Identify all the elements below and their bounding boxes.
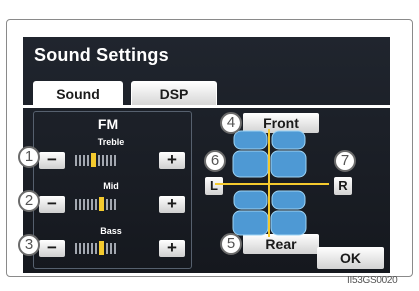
image-code: II53GS0020 [347, 275, 398, 286]
front-right-seat-icon [270, 130, 307, 178]
rear-left-seat-icon [232, 190, 269, 236]
treble-level-meter [75, 153, 116, 167]
level-indicator [91, 153, 96, 167]
level-indicator [99, 197, 104, 211]
level-segment [75, 198, 77, 210]
callout-7-icon: 7 [334, 150, 356, 172]
treble-label: Treble [97, 137, 125, 147]
callout-3-icon: 3 [18, 234, 40, 256]
level-segment [106, 242, 108, 254]
ok-button[interactable]: OK [317, 247, 384, 269]
level-segment [106, 198, 108, 210]
level-segment [114, 198, 116, 210]
front-left-seat-icon [232, 130, 269, 178]
right-button[interactable]: R [334, 177, 352, 195]
mid-minus-button[interactable]: − [39, 195, 65, 213]
level-segment [114, 154, 116, 166]
mid-plus-button[interactable]: + [159, 195, 185, 213]
mid-level-meter [75, 197, 116, 211]
level-segment [110, 154, 112, 166]
treble-minus-button[interactable]: − [39, 151, 65, 169]
callout-1-icon: 1 [18, 146, 40, 168]
level-segment [114, 242, 116, 254]
treble-plus-button[interactable]: + [159, 151, 185, 169]
bass-minus-button[interactable]: − [39, 239, 65, 257]
callout-4-icon: 4 [220, 112, 242, 134]
rear-right-seat-icon [270, 190, 307, 236]
level-segment [87, 242, 89, 254]
tab-divider [23, 105, 390, 108]
level-indicator [99, 241, 104, 255]
level-segment [83, 242, 85, 254]
bass-label: Bass [100, 226, 122, 236]
level-segment [95, 242, 97, 254]
callout-5-icon: 5 [220, 233, 242, 255]
bass-level-meter [75, 241, 116, 255]
level-segment [95, 198, 97, 210]
level-segment [79, 154, 81, 166]
level-segment [91, 242, 93, 254]
level-segment [102, 154, 104, 166]
level-segment [87, 154, 89, 166]
level-segment [79, 242, 81, 254]
level-segment [75, 242, 77, 254]
level-segment [75, 154, 77, 166]
source-mode-label: FM [97, 116, 119, 132]
level-segment [110, 242, 112, 254]
level-segment [83, 198, 85, 210]
level-segment [98, 154, 100, 166]
mid-label: Mid [103, 181, 119, 191]
level-segment [79, 198, 81, 210]
level-segment [106, 154, 108, 166]
callout-6-icon: 6 [204, 150, 226, 172]
level-segment [83, 154, 85, 166]
callout-2-icon: 2 [18, 190, 40, 212]
page-title: Sound Settings [34, 45, 169, 65]
level-segment [87, 198, 89, 210]
level-segment [110, 198, 112, 210]
bass-plus-button[interactable]: + [159, 239, 185, 257]
tab-dsp[interactable]: DSP [131, 81, 217, 105]
tab-sound[interactable]: Sound [33, 81, 123, 108]
level-segment [91, 198, 93, 210]
